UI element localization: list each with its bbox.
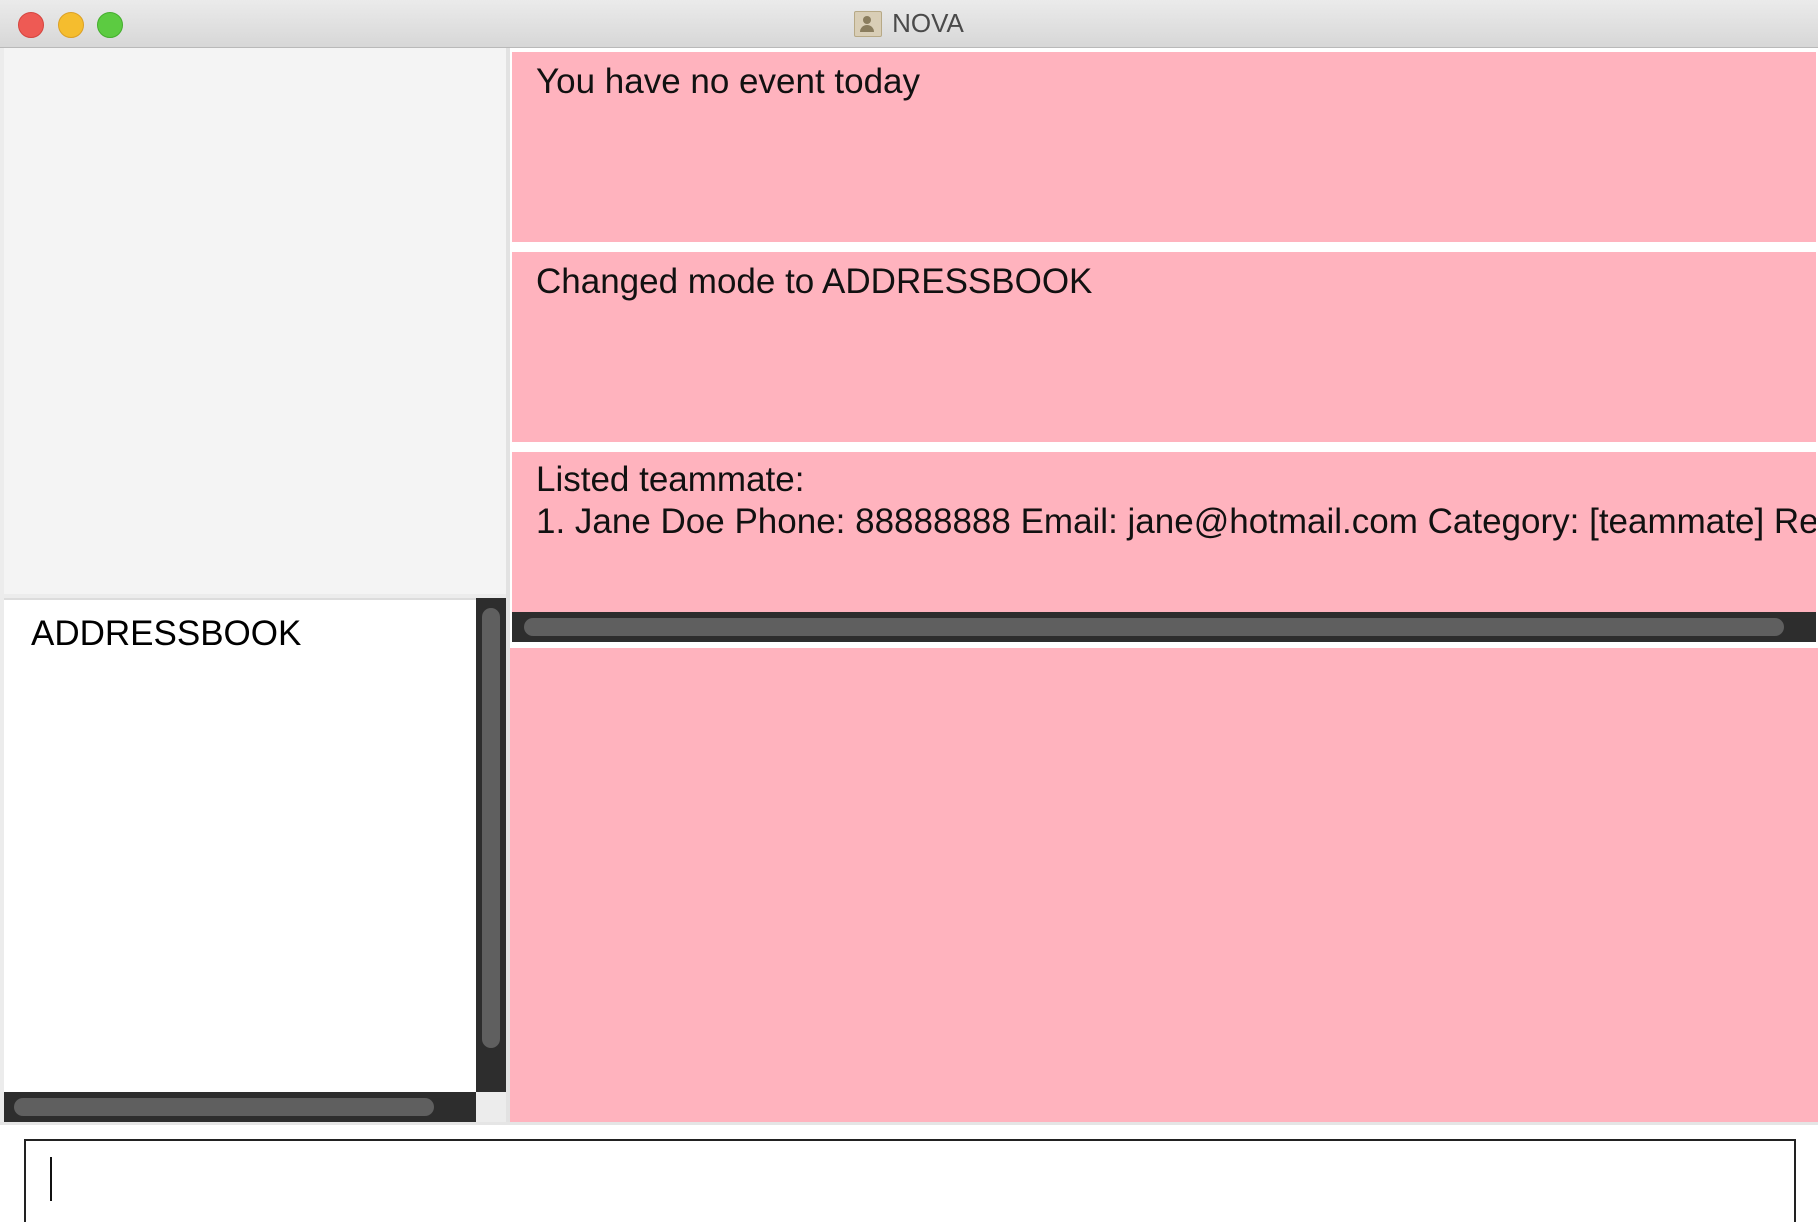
mode-list-panel[interactable]: ADDRESSBOOK bbox=[4, 598, 476, 1094]
left-top-panel bbox=[4, 48, 506, 594]
text-caret bbox=[50, 1157, 52, 1201]
vertical-scrollbar-thumb[interactable] bbox=[482, 608, 500, 1048]
result-panel-event: You have no event today bbox=[512, 52, 1816, 242]
result-area: You have no event today Changed mode to … bbox=[510, 48, 1818, 1122]
horizontal-scrollbar-thumb[interactable] bbox=[524, 618, 1784, 636]
contacts-app-icon bbox=[854, 10, 883, 37]
horizontal-scrollbar-thumb[interactable] bbox=[14, 1098, 434, 1116]
app-window: NOVA ADDRESSBOOK You have no event today… bbox=[0, 0, 1818, 1222]
event-message: You have no event today bbox=[536, 62, 921, 101]
window-title-group: NOVA bbox=[0, 0, 1818, 47]
mode-list-item[interactable]: ADDRESSBOOK bbox=[31, 614, 301, 654]
window-title: NOVA bbox=[892, 8, 964, 38]
mode-list-vertical-scrollbar[interactable] bbox=[476, 598, 506, 1092]
list-entry: 1. Jane Doe Phone: 88888888 Email: jane@… bbox=[536, 502, 1816, 541]
list-heading: Listed teammate: bbox=[536, 460, 805, 499]
mode-message: Changed mode to ADDRESSBOOK bbox=[536, 262, 1093, 301]
result-panel-mode: Changed mode to ADDRESSBOOK bbox=[512, 252, 1816, 442]
command-area bbox=[0, 1122, 1818, 1222]
result-panel-list: Listed teammate: 1. Jane Doe Phone: 8888… bbox=[512, 452, 1816, 616]
mode-list-horizontal-scrollbar[interactable] bbox=[4, 1092, 476, 1122]
scrollbar-corner bbox=[476, 1092, 506, 1122]
result-panel-empty bbox=[510, 648, 1818, 1122]
title-bar[interactable]: NOVA bbox=[0, 0, 1818, 48]
command-input[interactable] bbox=[24, 1139, 1796, 1222]
result-horizontal-scrollbar[interactable] bbox=[512, 612, 1816, 642]
